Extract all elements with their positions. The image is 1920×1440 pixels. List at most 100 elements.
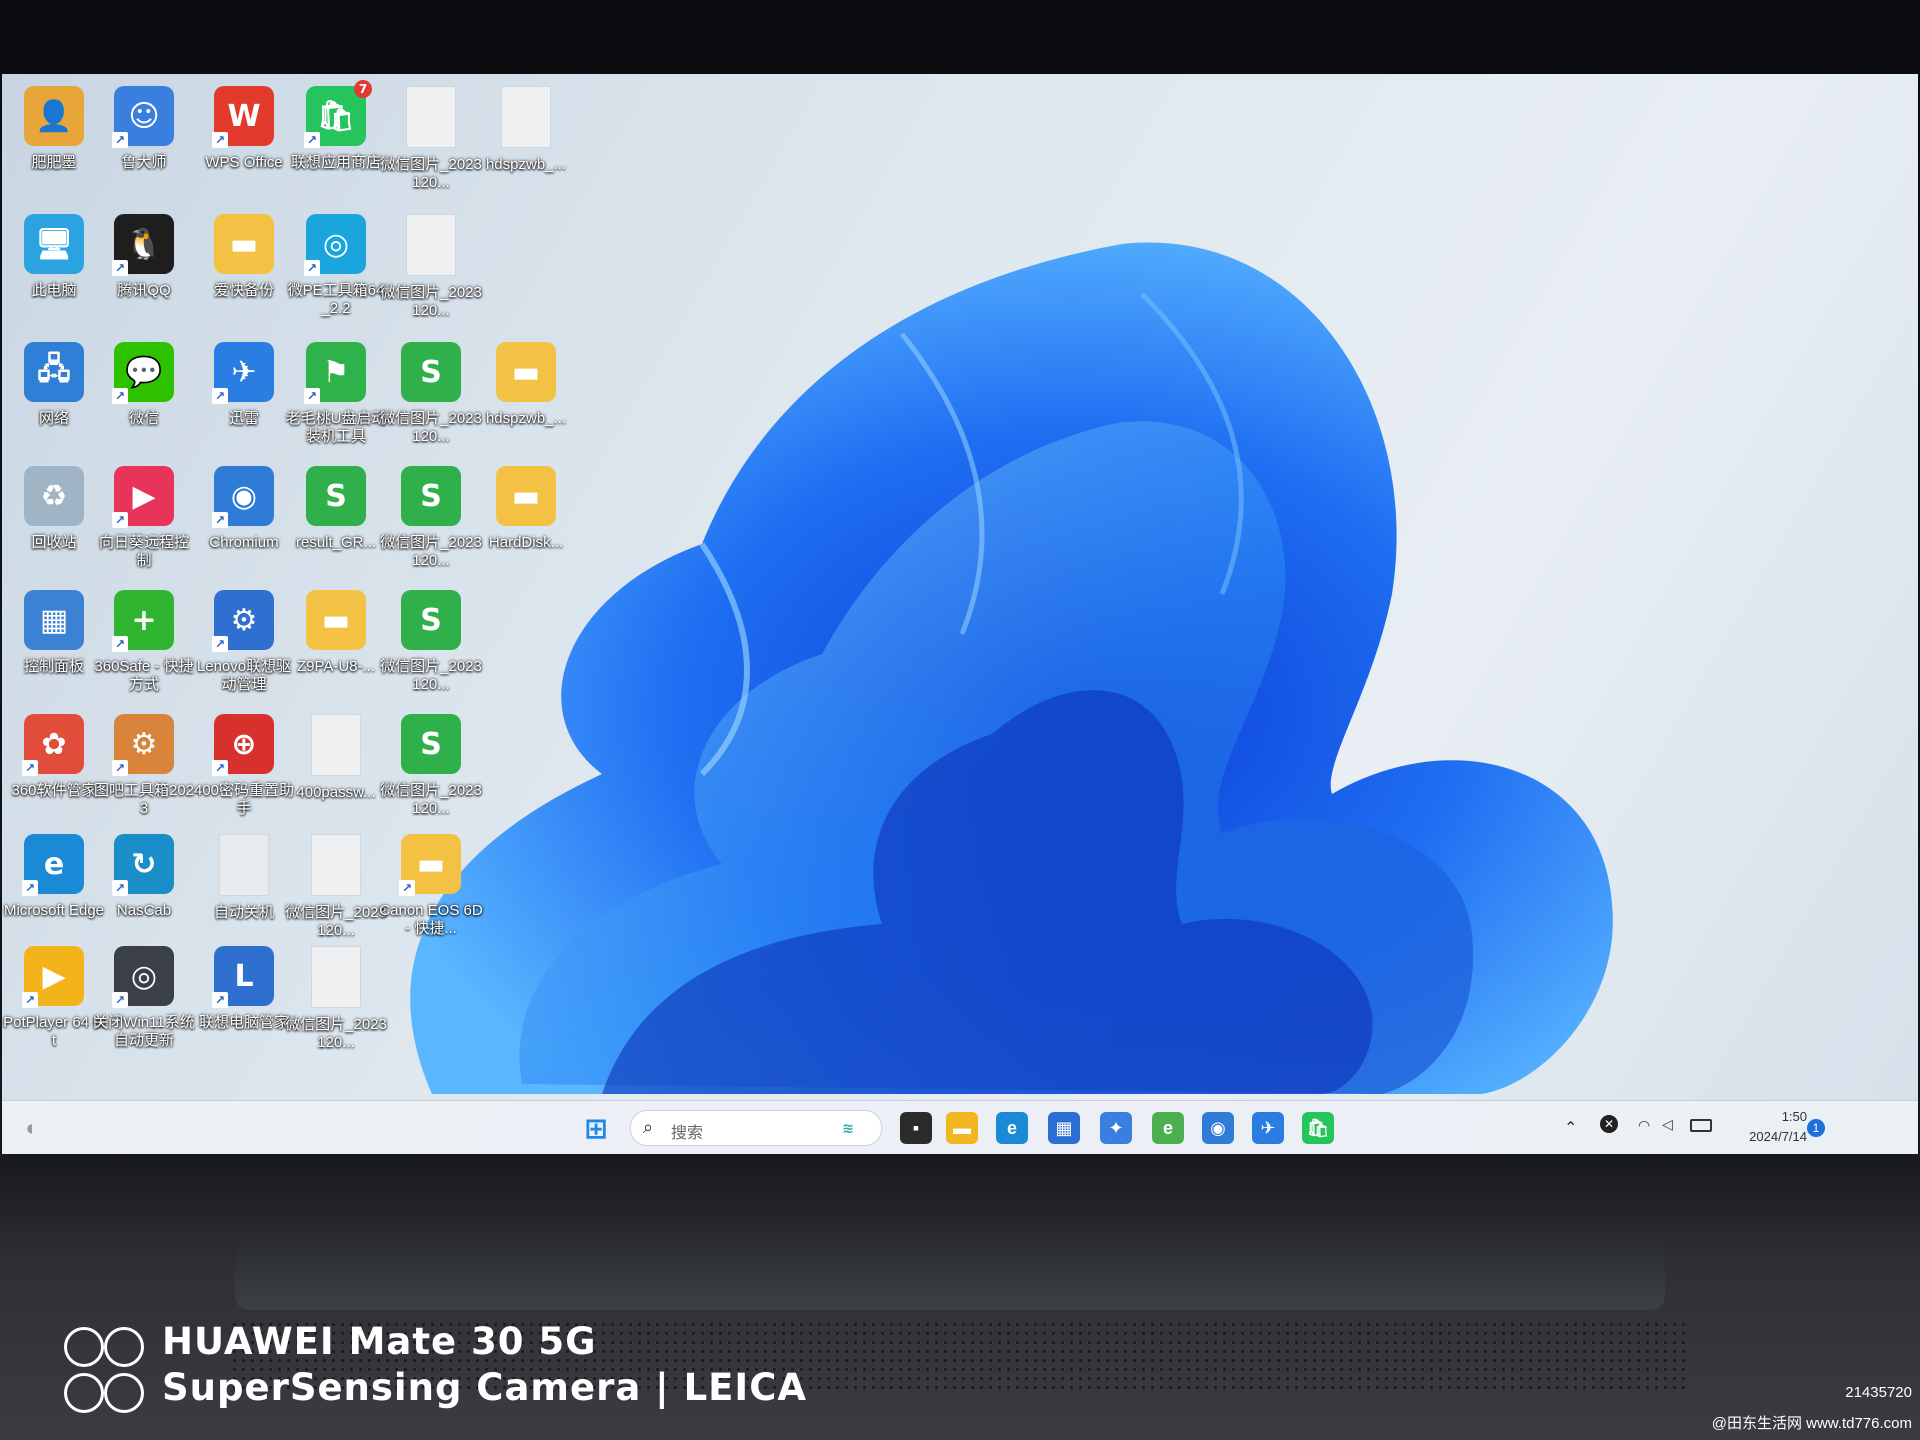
desktop-icon[interactable]: ◉ ↗ Chromium [192,466,296,552]
app-icon: ▶ ↗ [112,466,174,528]
desktop-icon[interactable]: 400passw... [284,714,388,802]
desktop-icon[interactable]: Sresult_GR... [284,466,388,552]
app-icon: ◉ ↗ [212,466,274,528]
icon-glyph: ▦ [39,602,69,638]
task-view-icon[interactable]: ▪ [900,1112,932,1144]
icon-glyph: + [131,602,157,638]
desktop-icon[interactable]: ◎ ↗ 微PE工具箱64_2.2 [284,214,388,318]
desktop-icon[interactable]: ✈ ↗ 迅雷 [192,342,296,428]
desktop-icon[interactable]: 微信图片_2023120... [284,946,388,1052]
icon-glyph: ◉ [230,478,258,514]
desktop-screen: 👤 肥肥墨 🖥 此电脑 🖧 网络 ♻ 回收站 ▦ 控制面板 ✿ ↗ 360软件管家 e ↗ Microsoft… [2,74,1918,1154]
desktop-icon-label: 关闭Win11系统自动更新 [93,1014,195,1049]
shortcut-arrow-icon: ↗ [212,992,228,1008]
desktop-icon[interactable]: ◎ ↗ 关闭Win11系统自动更新 [92,946,196,1050]
clock[interactable]: 1:50 2024/7/14 [1717,1107,1807,1147]
desktop-icon[interactable]: S 微信图片_2023120... [379,590,483,694]
desktop-icon[interactable]: hdspzwb_... [474,86,578,174]
icon-glyph: ⚑ [322,354,350,390]
chevron-up-icon[interactable]: ⌃ [1564,1118,1577,1154]
desktop-icon-label: 微信图片_2023120... [380,284,482,319]
desktop-icon[interactable]: 微信图片_2023120... [379,214,483,320]
desktop-icon[interactable]: ♻ 回收站 [2,466,106,552]
desktop-icon[interactable]: ▦ 控制面板 [2,590,106,676]
search-placeholder: 搜索 [671,1125,704,1142]
desktop-icon[interactable]: 微信图片_2023120... [284,834,388,940]
desktop-icon[interactable]: S 微信图片_2023120... [379,466,483,570]
app-icon[interactable]: ✦ [1100,1112,1132,1144]
clock-time: 1:50 [1781,1109,1807,1124]
shortcut-arrow-icon: ↗ [304,388,320,404]
desktop-icon[interactable]: ⚙ ↗ 图吧工具箱2023 [92,714,196,818]
desktop-icon[interactable]: 💬 ↗ 微信 [92,342,196,428]
shortcut-arrow-icon: ↗ [212,132,228,148]
desktop-icon[interactable]: S 微信图片_2023120... [379,342,483,446]
edge-icon[interactable]: e [996,1112,1028,1144]
close-circle-icon[interactable]: ✕ [1600,1115,1618,1133]
app-icon: S [401,342,461,402]
desktop-icon[interactable]: 🐧 ↗ 腾讯QQ [92,214,196,300]
app-icon: 🐧 ↗ [112,214,174,276]
desktop-icon-label: 微信图片_2023120... [285,1016,387,1051]
desktop-icon[interactable]: ▬ ↗ Canon EOS 6D - 快捷... [379,834,483,938]
app-icon [311,834,361,896]
icon-glyph: ✈ [231,354,257,390]
desktop-icon[interactable]: ▬ 爱快备份 [192,214,296,300]
widgets-icon[interactable]: ◐ [16,1112,48,1144]
icon-glyph: W [227,98,261,134]
ie-icon[interactable]: e [1152,1112,1184,1144]
desktop-icon[interactable]: ▶ ↗ PotPlayer 64 bit [2,946,106,1050]
desktop-icon[interactable]: ▬ hdspzwb_... [474,342,578,428]
app-icon: ▦ [24,590,84,650]
desktop-icon[interactable]: ⊕ ↗ 400密码重置助手 [192,714,296,818]
desktop-icon-grid: 👤 肥肥墨 🖥 此电脑 🖧 网络 ♻ 回收站 ▦ 控制面板 ✿ ↗ 360软件管家 e ↗ Microsoft… [2,74,622,1084]
lenovo-store-icon[interactable]: 🛍 [1302,1112,1334,1144]
app-icon: L ↗ [212,946,274,1008]
shortcut-arrow-icon: ↗ [112,512,128,528]
desktop-icon[interactable]: ⚑ ↗ 老毛桃U盘启动装机工具 [284,342,388,446]
desktop-icon[interactable]: ☺ ↗ 鲁大师 [92,86,196,172]
icon-glyph: ✿ [41,726,67,762]
notification-icon[interactable]: 1 [1807,1119,1825,1137]
desktop-icon[interactable]: 微信图片_2023120... [379,86,483,192]
desktop-icon[interactable]: S 微信图片_2023120... [379,714,483,818]
icon-glyph: 🖥 [34,226,74,262]
thunder-icon[interactable]: ✈ [1252,1112,1284,1144]
app-icon: ⚙ ↗ [112,714,174,776]
app-icon: ☺ ↗ [112,86,174,148]
chromium-icon[interactable]: ◉ [1202,1112,1234,1144]
desktop-icon-label: 向日葵远程控制 [98,534,189,569]
volume-icon[interactable]: ◁ [1662,1116,1673,1154]
desktop-icon[interactable]: 👤 肥肥墨 [2,86,106,172]
desktop-icon[interactable]: L ↗ 联想电脑管家 [192,946,296,1032]
desktop-icon[interactable]: ▶ ↗ 向日葵远程控制 [92,466,196,570]
file-explorer-icon[interactable]: ▬ [946,1112,978,1144]
battery-icon[interactable] [1690,1119,1712,1132]
search-highlight-icon[interactable]: ≋ [824,1112,872,1144]
app-icon: ▬ ↗ [399,834,461,896]
desktop-icon-label: Canon EOS 6D - 快捷... [379,902,483,937]
icon-glyph: ↻ [131,846,157,882]
desktop-icon-label: 微信图片_2023120... [380,782,482,817]
app-icon: ✈ ↗ [212,342,274,404]
desktop-icon[interactable]: ▬ Z9PA-U8-... [284,590,388,676]
desktop-icon[interactable]: ✿ ↗ 360软件管家 [2,714,106,800]
desktop-icon[interactable]: 🖧 网络 [2,342,106,428]
app-icon: S [401,714,461,774]
desktop-icon[interactable]: W ↗ WPS Office [192,86,296,172]
desktop-icon[interactable]: ↻ ↗ NasCab [92,834,196,920]
desktop-icon[interactable]: 自动关机 [192,834,296,922]
windows-start-icon[interactable]: ⊞ [580,1112,612,1144]
desktop-icon[interactable]: 🖥 此电脑 [2,214,106,300]
desktop-icon[interactable]: 🛍 ↗ 7 联想应用商店 [284,80,388,172]
shortcut-arrow-icon: ↗ [112,992,128,1008]
wifi-icon[interactable]: ◠ [1638,1117,1650,1154]
desktop-icon[interactable]: ▬ HardDisk... [474,466,578,552]
desktop-icon-label: 腾讯QQ [117,282,171,299]
icon-glyph: ♻ [40,478,68,514]
desktop-icon[interactable]: ⚙ ↗ Lenovo联想驱动管理 [192,590,296,694]
desktop-icon[interactable]: + ↗ 360Safe - 快捷方式 [92,590,196,694]
store-icon[interactable]: ▦ [1048,1112,1080,1144]
desktop-icon[interactable]: e ↗ Microsoft Edge [2,834,106,920]
icon-glyph: ▶ [42,958,66,994]
